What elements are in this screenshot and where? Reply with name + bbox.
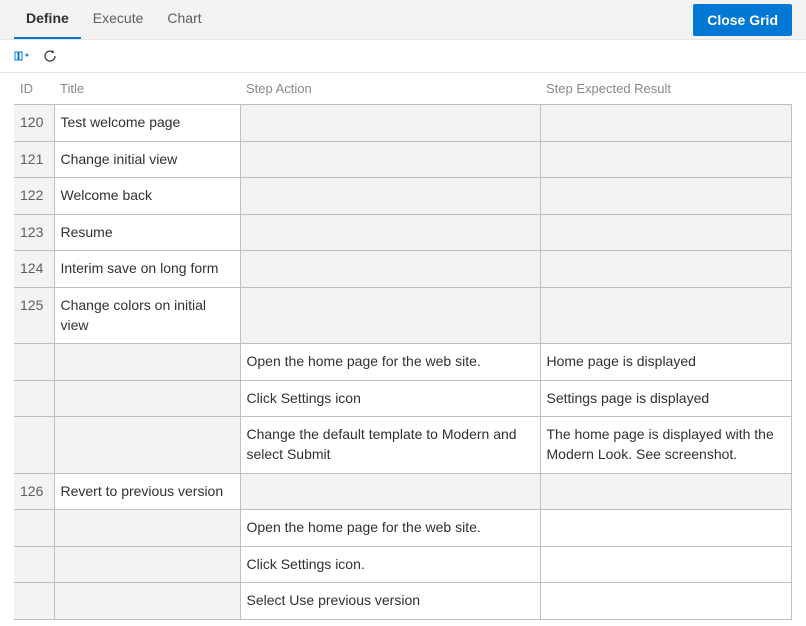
cell-title[interactable] (54, 417, 240, 473)
cell-step-action[interactable]: Open the home page for the web site. (240, 344, 540, 381)
tabs: Define Execute Chart (14, 0, 214, 39)
col-header-expected[interactable]: Step Expected Result (540, 73, 792, 105)
table-row[interactable]: Select Use previous version (14, 583, 792, 620)
cell-title[interactable]: Test welcome page (54, 105, 240, 142)
cell-title[interactable] (54, 344, 240, 381)
cell-title[interactable]: Welcome back (54, 178, 240, 215)
table-row[interactable]: Click Settings iconSettings page is disp… (14, 380, 792, 417)
header-row: ID Title Step Action Step Expected Resul… (14, 73, 792, 105)
cell-step-expected[interactable]: Settings page is displayed (540, 380, 792, 417)
cell-id[interactable] (14, 380, 54, 417)
table-row[interactable]: Open the home page for the web site. (14, 510, 792, 547)
table-row[interactable]: 120Test welcome page (14, 105, 792, 142)
column-options-icon[interactable] (14, 48, 30, 64)
col-header-title[interactable]: Title (54, 73, 240, 105)
tab-define[interactable]: Define (14, 0, 81, 39)
toolbar (0, 40, 806, 73)
cell-step-expected[interactable]: The home page is displayed with the Mode… (540, 417, 792, 473)
cell-id[interactable]: 125 (14, 287, 54, 343)
cell-step-expected[interactable] (540, 105, 792, 142)
cell-step-action[interactable]: Click Settings icon (240, 380, 540, 417)
cell-step-action[interactable] (240, 287, 540, 343)
cell-title[interactable]: Resume (54, 214, 240, 251)
cell-id[interactable]: 126 (14, 473, 54, 510)
table-row[interactable]: 124Interim save on long form (14, 251, 792, 288)
cell-step-expected[interactable] (540, 141, 792, 178)
table-row[interactable]: 126Revert to previous version (14, 473, 792, 510)
cell-title[interactable] (54, 546, 240, 583)
cell-id[interactable] (14, 510, 54, 547)
cell-step-expected[interactable] (540, 287, 792, 343)
cell-step-expected[interactable] (540, 510, 792, 547)
cell-id[interactable]: 122 (14, 178, 54, 215)
grid-container: ID Title Step Action Step Expected Resul… (0, 73, 806, 626)
header-bar: Define Execute Chart Close Grid (0, 0, 806, 40)
cell-step-expected[interactable] (540, 583, 792, 620)
cell-step-expected[interactable] (540, 178, 792, 215)
cell-step-expected[interactable] (540, 214, 792, 251)
cell-step-action[interactable] (240, 251, 540, 288)
close-grid-button[interactable]: Close Grid (693, 4, 792, 36)
table-row[interactable]: 121Change initial view (14, 141, 792, 178)
cell-step-action[interactable]: Select Use previous version (240, 583, 540, 620)
cell-step-action[interactable] (240, 105, 540, 142)
refresh-icon[interactable] (42, 48, 58, 64)
col-header-id[interactable]: ID (14, 73, 54, 105)
cell-step-action[interactable] (240, 178, 540, 215)
cell-title[interactable]: Change colors on initial view (54, 287, 240, 343)
test-grid: ID Title Step Action Step Expected Resul… (14, 73, 792, 620)
table-row[interactable]: Change the default template to Modern an… (14, 417, 792, 473)
cell-title[interactable] (54, 510, 240, 547)
cell-title[interactable]: Interim save on long form (54, 251, 240, 288)
cell-step-action[interactable] (240, 214, 540, 251)
cell-id[interactable] (14, 546, 54, 583)
table-row[interactable]: Open the home page for the web site.Home… (14, 344, 792, 381)
tab-chart[interactable]: Chart (155, 0, 213, 39)
cell-title[interactable]: Revert to previous version (54, 473, 240, 510)
cell-id[interactable]: 120 (14, 105, 54, 142)
table-row[interactable]: 125Change colors on initial view (14, 287, 792, 343)
cell-step-expected[interactable] (540, 473, 792, 510)
cell-title[interactable]: Change initial view (54, 141, 240, 178)
table-row[interactable]: 123Resume (14, 214, 792, 251)
table-row[interactable]: Click Settings icon. (14, 546, 792, 583)
cell-id[interactable]: 124 (14, 251, 54, 288)
table-row[interactable]: 122Welcome back (14, 178, 792, 215)
cell-id[interactable]: 121 (14, 141, 54, 178)
cell-step-action[interactable]: Change the default template to Modern an… (240, 417, 540, 473)
cell-step-expected[interactable] (540, 546, 792, 583)
cell-step-action[interactable]: Click Settings icon. (240, 546, 540, 583)
cell-step-action[interactable] (240, 473, 540, 510)
col-header-action[interactable]: Step Action (240, 73, 540, 105)
cell-id[interactable] (14, 344, 54, 381)
cell-title[interactable] (54, 583, 240, 620)
cell-id[interactable] (14, 417, 54, 473)
cell-title[interactable] (54, 380, 240, 417)
cell-step-action[interactable]: Open the home page for the web site. (240, 510, 540, 547)
cell-id[interactable]: 123 (14, 214, 54, 251)
cell-step-expected[interactable]: Home page is displayed (540, 344, 792, 381)
cell-step-action[interactable] (240, 141, 540, 178)
cell-step-expected[interactable] (540, 251, 792, 288)
cell-id[interactable] (14, 583, 54, 620)
tab-execute[interactable]: Execute (81, 0, 156, 39)
